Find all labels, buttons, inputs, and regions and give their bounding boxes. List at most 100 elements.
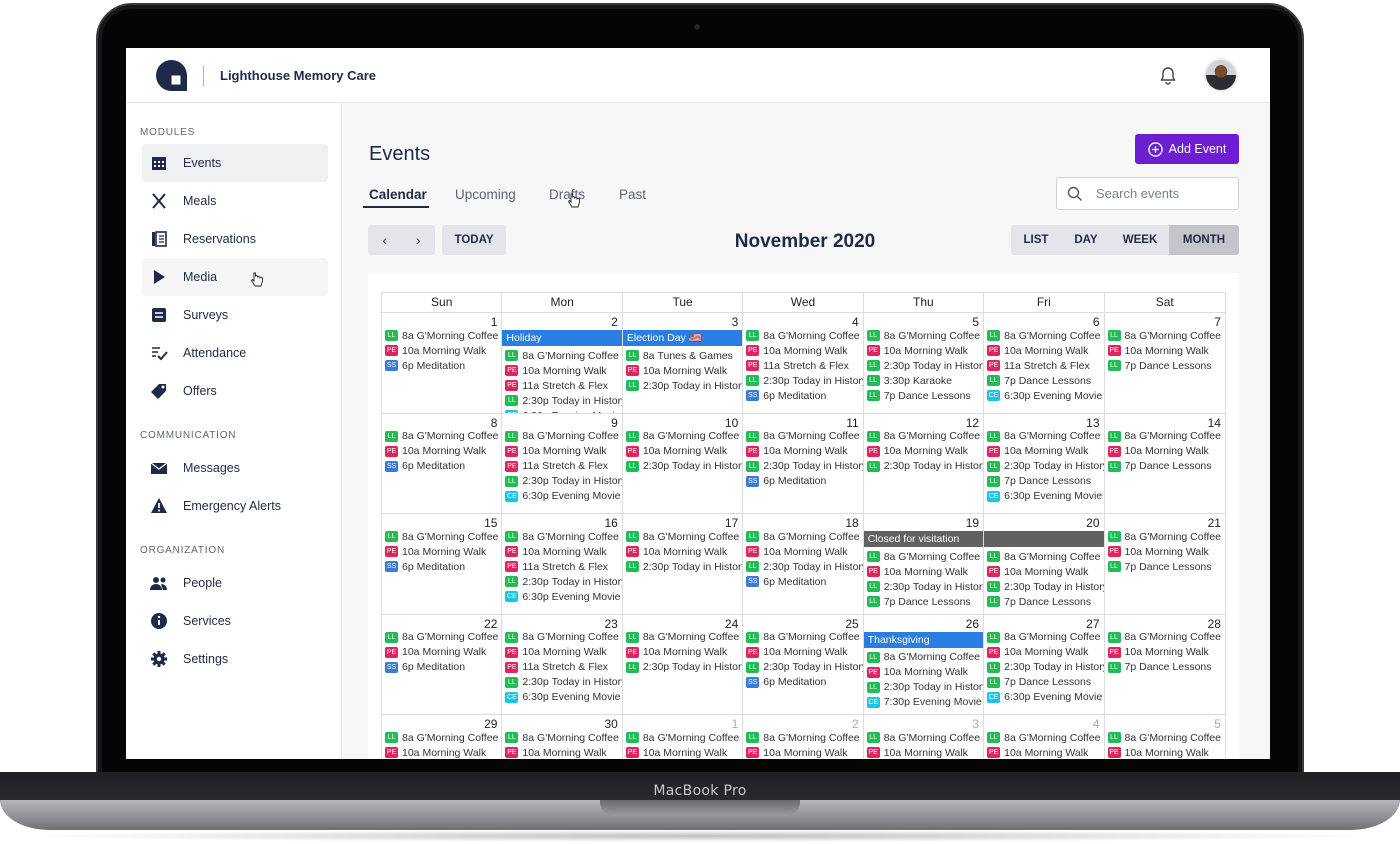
calendar-event[interactable]: LL 8a G'Morning Coffee [1107,328,1225,343]
calendar-event[interactable]: LL 8a G'Morning Coffee [866,730,983,745]
calendar-day[interactable]: 3 LL 8a G'Morning Coffee PE 10a Morning Walk [864,715,985,759]
calendar-event[interactable]: PE 10a Morning Walk [625,645,742,660]
calendar-event[interactable]: PE 11a Stretch & Flex [987,358,1103,373]
calendar-day[interactable]: 6 LL 8a G'Morning Coffee PE 10a Morning Walk… [984,313,1105,413]
calendar-event[interactable]: PE 11a Stretch & Flex [505,660,621,675]
calendar-event[interactable]: SS 6p Meditation [385,559,501,574]
calendar-event[interactable]: PE 10a Morning Walk [1107,745,1225,759]
all-day-banner[interactable]: Closed for visitation [863,531,984,547]
calendar-day[interactable]: 13 LL 8a G'Morning Coffee PE 10a Morning Wal… [984,413,1105,513]
calendar-event[interactable]: PE 11a Stretch & Flex [746,358,862,373]
calendar-event[interactable]: PE 10a Morning Walk [505,444,621,459]
avatar[interactable] [1204,58,1238,92]
calendar-event[interactable]: SS 6p Meditation [746,388,862,403]
calendar-event[interactable]: PE 10a Morning Walk [625,544,742,559]
search-input[interactable]: Search events [1056,177,1239,210]
calendar-event[interactable]: PE 10a Morning Walk [746,444,862,459]
calendar-event[interactable]: LL 8a G'Morning Coffee [866,549,983,564]
calendar-event[interactable]: LL 8a Tunes & Games [625,348,742,363]
calendar-event[interactable]: LL 8a G'Morning Coffee [625,529,742,544]
calendar-day[interactable]: 7 LL 8a G'Morning Coffee PE 10a Morning Walk… [1105,313,1225,413]
calendar-event[interactable]: PE 10a Morning Walk [746,343,862,358]
calendar-event[interactable]: LL 8a G'Morning Coffee [1107,429,1225,444]
calendar-event[interactable]: LL 8a G'Morning Coffee [385,529,501,544]
calendar-event[interactable]: LL 7p Dance Lessons [1107,459,1225,474]
calendar-day[interactable]: 27 LL 8a G'Morning Coffee PE 10a Morning Wal… [984,614,1105,714]
calendar-event[interactable]: PE 11a Stretch & Flex [505,559,621,574]
calendar-event[interactable]: PE 10a Morning Walk [1107,444,1225,459]
calendar-event[interactable]: CE6:30p Evening Movie [505,489,621,504]
calendar-event[interactable]: LL 8a G'Morning Coffee [866,328,983,343]
calendar-event[interactable]: LL 2:30p Today in History [505,393,622,408]
calendar-event[interactable]: PE 10a Morning Walk [385,444,501,459]
bell-icon[interactable] [1158,66,1178,86]
tab-past[interactable]: Past [619,187,646,202]
calendar-event[interactable]: LL 7p Dance Lessons [987,373,1103,388]
calendar-event[interactable]: CE6:30p Evening Movie [505,589,621,604]
calendar-event[interactable]: CE6:30p Evening Movie [505,408,621,413]
calendar-day[interactable]: 10 LL 8a G'Morning Coffee PE 10a Morning Wal… [623,413,744,513]
prev-month-button[interactable]: ‹ [368,225,402,255]
calendar-event[interactable]: LL 8a G'Morning Coffee [987,328,1103,343]
calendar-day[interactable]: 1 LL 8a G'Morning Coffee PE 10a Morning Walk [623,715,744,759]
calendar-event[interactable]: LL 3:30p Karaoke [866,373,983,388]
calendar-event[interactable]: PE 10a Morning Walk [987,444,1103,459]
calendar-event[interactable]: LL 2:30p Today in History [505,474,622,489]
calendar-event[interactable]: LL 8a G'Morning Coffee [1107,529,1225,544]
calendar-day[interactable]: 3 Election Day 🇺🇸 LL 8a Tunes & Games PE 10a … [622,313,744,413]
all-day-banner[interactable]: Holiday [502,330,622,346]
calendar-event[interactable]: SS 6p Meditation [746,574,862,589]
calendar-event[interactable]: LL 7p Dance Lessons [1107,358,1225,373]
view-week[interactable]: WEEK [1111,225,1169,255]
calendar-event[interactable]: LL 8a G'Morning Coffee [746,630,862,645]
all-day-banner[interactable] [984,531,1104,547]
calendar-event[interactable]: SS 6p Meditation [746,675,862,690]
calendar-event[interactable]: PE 10a Morning Walk [987,645,1103,660]
calendar-event[interactable]: LL 2:30p Today in History [746,660,863,675]
sidebar-item-people[interactable]: People [142,564,328,602]
view-month[interactable]: MONTH [1169,225,1239,255]
calendar-event[interactable]: PE 10a Morning Walk [987,564,1103,579]
calendar-day[interactable]: 17 LL 8a G'Morning Coffee PE 10a Morning Wal… [623,514,744,614]
calendar-event[interactable]: LL 2:30p Today in History [866,680,983,695]
calendar-event[interactable]: LL 8a G'Morning Coffee [746,529,862,544]
calendar-event[interactable]: LL 2:30p Today in History [987,660,1104,675]
calendar-event[interactable]: LL 8a G'Morning Coffee [505,429,621,444]
calendar-event[interactable]: LL 2:30p Today in History [746,373,863,388]
calendar-event[interactable]: LL 8a G'Morning Coffee [987,549,1103,564]
calendar-event[interactable]: LL 2:30p Today in History [866,579,983,594]
calendar-event[interactable]: CE6:30p Evening Movie [987,388,1103,403]
calendar-event[interactable]: LL 8a G'Morning Coffee [866,429,983,444]
calendar-event[interactable]: LL 7p Dance Lessons [987,594,1103,609]
calendar-event[interactable]: PE 10a Morning Walk [385,745,501,759]
calendar-event[interactable]: LL 2:30p Today in History [505,675,622,690]
calendar-event[interactable]: SS 6p Meditation [385,358,501,373]
calendar-event[interactable]: PE 10a Morning Walk [505,544,621,559]
calendar-event[interactable]: LL 8a G'Morning Coffee [385,429,501,444]
calendar-event[interactable]: LL 7p Dance Lessons [987,675,1103,690]
logo-icon[interactable] [156,60,187,91]
calendar-event[interactable]: PE 10a Morning Walk [866,444,983,459]
calendar-event[interactable]: CE6:30p Evening Movie [987,489,1103,504]
calendar-event[interactable]: LL 2:30p Today in History [625,459,742,474]
calendar-day[interactable]: 18 LL 8a G'Morning Coffee PE 10a Morning Wal… [743,514,864,614]
calendar-event[interactable]: CE 7:30p Evening Movie [866,695,983,710]
calendar-event[interactable]: PE 10a Morning Walk [625,444,742,459]
calendar-event[interactable]: PE 10a Morning Walk [866,343,983,358]
view-list[interactable]: LIST [1011,225,1061,255]
calendar-event[interactable]: PE 10a Morning Walk [385,544,501,559]
calendar-event[interactable]: PE 10a Morning Walk [987,745,1103,759]
calendar-day[interactable]: 8 LL 8a G'Morning Coffee PE 10a Morning Walk… [382,413,503,513]
view-day[interactable]: DAY [1061,225,1111,255]
add-event-button[interactable]: Add Event [1135,134,1239,164]
calendar-event[interactable]: LL 8a G'Morning Coffee [987,730,1103,745]
calendar-event[interactable]: PE 10a Morning Walk [866,745,983,759]
calendar-day[interactable]: 4 LL 8a G'Morning Coffee PE 10a Morning Walk… [743,313,864,413]
sidebar-item-services[interactable]: Services [142,602,328,640]
calendar-event[interactable]: PE 11a Stretch & Flex [505,459,621,474]
calendar-event[interactable]: LL 8a G'Morning Coffee [385,630,501,645]
calendar-day[interactable]: 1 LL 8a G'Morning Coffee PE 10a Morning Walk… [382,313,503,413]
calendar-day[interactable]: 22 LL 8a G'Morning Coffee PE 10a Morning Wal… [382,614,503,714]
calendar-day[interactable]: 5 LL 8a G'Morning Coffee PE 10a Morning Walk… [864,313,985,413]
calendar-event[interactable]: PE 10a Morning Walk [746,745,862,759]
